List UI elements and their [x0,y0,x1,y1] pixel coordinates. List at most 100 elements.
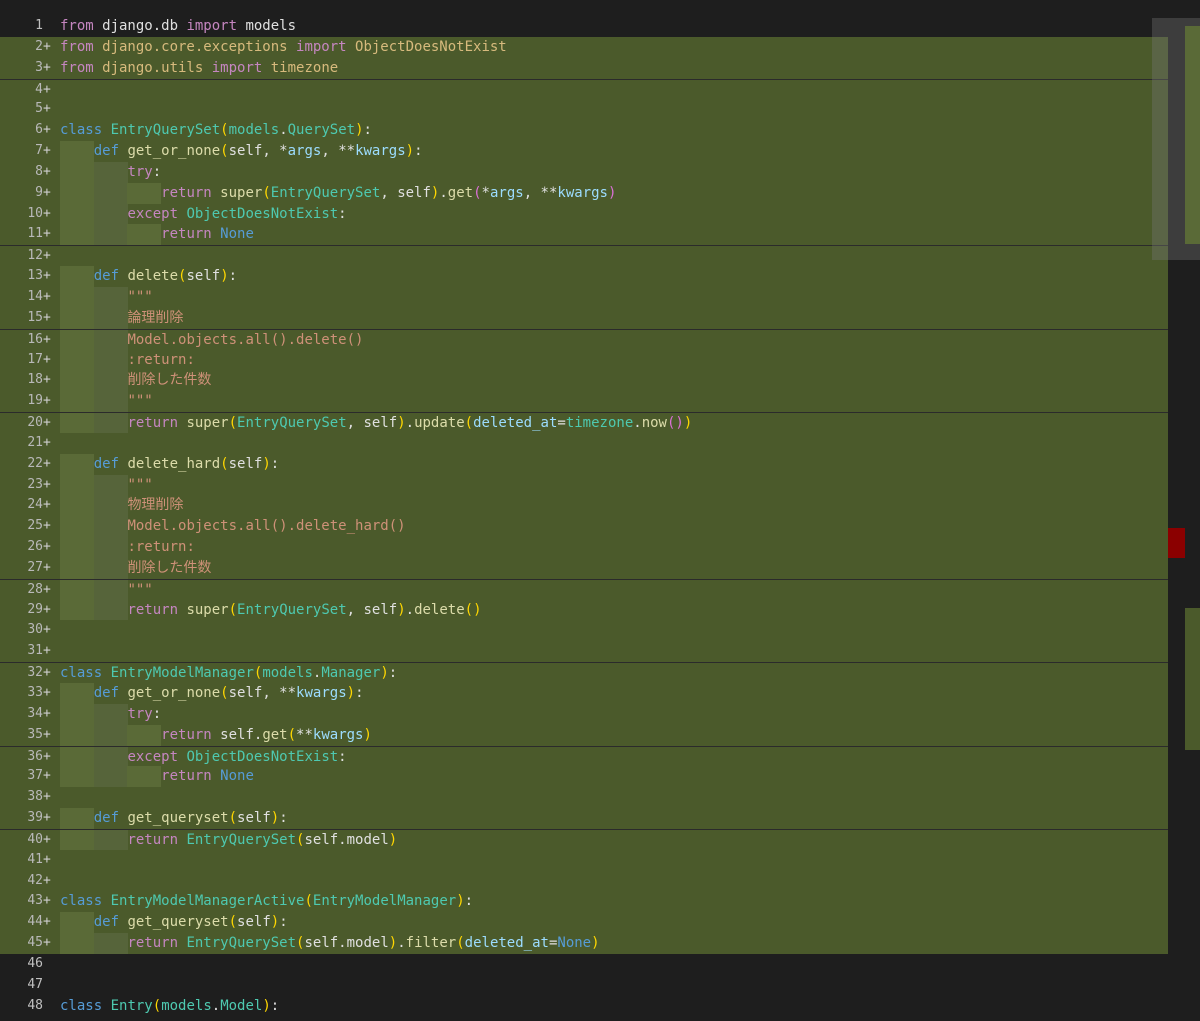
code-line[interactable]: 11+ return None [0,224,1168,246]
line-content[interactable]: return super(EntryQuerySet, self).delete… [127,600,481,621]
code-line[interactable]: 40+ return EntryQuerySet(self.model) [0,828,1168,850]
code-line[interactable]: 13+ def delete(self): [0,266,1168,287]
code-line[interactable]: 29+ return super(EntryQuerySet, self).del… [0,599,1168,621]
added-line-marker: + [43,601,51,617]
code-line[interactable]: 4+ [0,78,1168,100]
line-content[interactable]: def get_or_none(self, **kwargs): [94,683,364,704]
code-line[interactable]: 28+ """ [0,578,1168,600]
code-line[interactable]: 20+ return super(EntryQuerySet, self).upd… [0,412,1168,433]
code-line[interactable]: 17+:return: [0,349,1168,371]
minimap-added-block [1185,608,1200,750]
code-line[interactable]: 26+:return: [0,537,1168,558]
code-line[interactable]: 41+ [0,849,1168,871]
line-content[interactable]: return super(EntryQuerySet, self).get(*a… [161,183,616,204]
line-content[interactable]: 削除した件数 [127,558,211,579]
code-line[interactable]: 23+ """ [0,474,1168,496]
code-line[interactable]: 24+ 物理削除 [0,495,1168,517]
line-content[interactable]: def get_queryset(self): [94,912,288,933]
line-content[interactable]: """ [127,391,152,412]
line-content[interactable]: def delete(self): [94,266,237,287]
code-line[interactable]: 19+ """ [0,391,1168,413]
line-content[interactable]: """ [127,580,152,600]
line-content[interactable]: """ [127,475,152,496]
code-line[interactable]: 22+ def delete_hard(self): [0,453,1168,475]
line-content[interactable]: try: [127,704,161,725]
code-line[interactable]: 27+ 削除した件数 [0,557,1168,579]
line-number-text: 30 [27,622,43,638]
code-line[interactable]: 31+ [0,641,1168,663]
code-line[interactable]: 35+ return self.get(**kwargs) [0,724,1168,746]
line-content[interactable]: def delete_hard(self): [94,454,279,475]
code-line[interactable]: 48 class Entry(models.Model): [0,996,1168,1017]
line-content[interactable]: except ObjectDoesNotExist: [127,204,346,225]
code-editor[interactable]: 1 from django.db import models 2+ from djan… [0,0,1200,1021]
code-lines[interactable]: 1 from django.db import models 2+ from djan… [0,16,1168,1017]
code-line[interactable]: 32+ class EntryModelManager(models.Manage… [0,662,1168,683]
line-content[interactable]: 物理削除 [127,495,183,516]
line-content[interactable]: class EntryModelManager(models.Manager): [60,663,397,683]
code-line[interactable]: 42+ [0,870,1168,892]
line-content[interactable]: :return: [127,350,194,371]
line-number: 19+ [0,391,56,412]
code-line[interactable]: 3+ from django.utils import timezone [0,57,1168,79]
code-line[interactable]: 46 [0,954,1168,975]
code-line[interactable]: 45+ return EntryQuerySet (self.model).filt… [0,933,1168,954]
code-line[interactable]: 33+ def get_or_none(self, **kwargs): [0,683,1168,704]
code-line[interactable]: 9+ return super(EntryQuerySet, self).get(… [0,182,1168,204]
code-line[interactable]: 47 [0,975,1168,996]
code-token: EntryQuerySet [110,122,221,139]
line-content[interactable]: return super(EntryQuerySet, self).update… [127,413,692,433]
code-line[interactable]: 37+ return None [0,766,1168,788]
code-line[interactable]: 30+ [0,620,1168,642]
code-line[interactable]: 8+ try: [0,161,1168,183]
code-line[interactable]: 14+ """ [0,286,1168,308]
line-content[interactable]: from django.core.exceptions import Objec… [60,37,507,58]
line-content[interactable]: from django.utils import timezone [60,58,338,79]
line-content[interactable]: 削除した件数 [127,370,211,391]
code-line[interactable]: 15+ 論理削除 [0,307,1168,329]
line-content[interactable]: class EntryQuerySet(models.QuerySet): [60,120,372,141]
line-content[interactable]: return None [161,224,254,245]
code-line[interactable]: 38+ [0,787,1168,809]
line-content[interactable]: return self.get(**kwargs) [161,725,372,746]
line-number-text: 20 [27,415,43,431]
code-line[interactable]: 12+ [0,245,1168,267]
code-line[interactable]: 36+ except ObjectDoesNotExist: [0,745,1168,767]
line-content[interactable]: Model.objects.all().delete_hard() [127,516,405,537]
line-content[interactable]: from django.db import models [60,16,296,37]
code-line[interactable]: 2+ from django.core.exceptions import Obj… [0,36,1168,58]
code-line[interactable]: 5+ [0,99,1168,121]
code-line[interactable]: 44+ def get_queryset(self): [0,912,1168,934]
added-line-marker: + [43,705,51,721]
line-content[interactable]: class Entry(models.Model): [60,996,279,1017]
line-content[interactable]: return EntryQuerySet(self.model).filter(… [127,933,599,954]
line-content[interactable]: return EntryQuerySet(self.model) [127,830,397,850]
line-content[interactable]: """ [127,287,152,308]
code-line[interactable]: 39+ def get_queryset(self): [0,808,1168,829]
code-line[interactable]: 16+ Model.objects.all().delete() [0,328,1168,350]
line-content[interactable]: 論理削除 [127,308,183,329]
code-line[interactable]: 1 from django.db import models [0,16,1168,37]
line-content[interactable]: class EntryModelManagerActive(EntryModel… [60,891,473,912]
code-line[interactable]: 34+ try: [0,703,1168,725]
indent-guide [93,413,128,433]
code-token: ) [397,415,406,432]
line-content[interactable]: def get_or_none(self, *args, **kwargs): [94,141,423,162]
line-number: 13+ [0,266,56,287]
code-line[interactable]: 25+ Model.objects.all().delete_hard() [0,516,1168,538]
code-token: . [397,935,406,952]
scrollbar-thumb[interactable] [1185,26,1200,244]
code-token: :return: [127,351,195,368]
line-content[interactable]: except ObjectDoesNotExist: [127,747,346,767]
line-content[interactable]: :return: [127,537,194,558]
line-content[interactable]: try: [127,162,161,183]
code-line[interactable]: 21+ [0,432,1168,454]
line-content[interactable]: Model.objects.all().delete() [127,330,363,350]
line-content[interactable]: return None [161,766,254,787]
code-line[interactable]: 18+ 削除した件数 [0,370,1168,392]
code-line[interactable]: 10+ except ObjectDoesNotExist: [0,203,1168,225]
line-content[interactable]: def get_queryset(self): [94,808,288,829]
code-line[interactable]: 6+ class EntryQuerySet(models.QuerySet): [0,120,1168,142]
code-line[interactable]: 7+ def get_or_none(self, *args, **kwargs)… [0,141,1168,162]
code-line[interactable]: 43+ class EntryModelManagerActive(EntryMo… [0,891,1168,913]
